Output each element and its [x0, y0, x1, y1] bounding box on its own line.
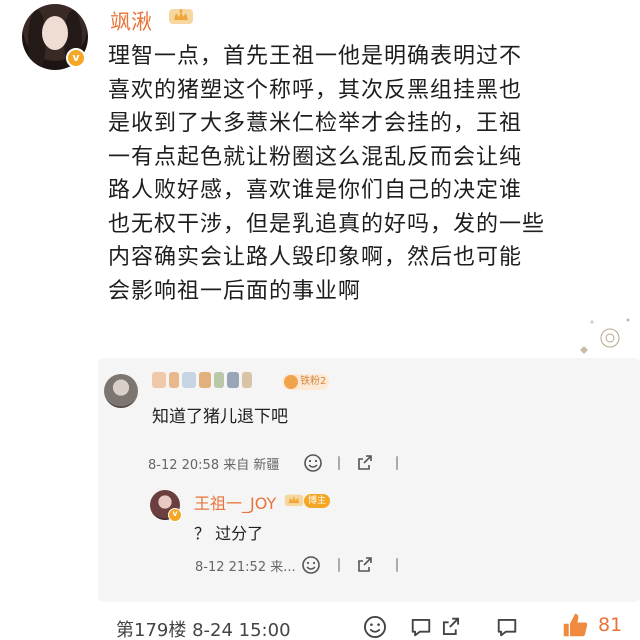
reply-avatar[interactable] [104, 374, 138, 408]
post-line: 路人败好感，喜欢谁是你们自己的决定谁 [108, 178, 523, 203]
crown-icon [284, 494, 304, 507]
reply-username-blurred[interactable] [152, 372, 252, 388]
post-line: 喜欢的猪塑这个称呼，其次反黑组挂黑也 [108, 77, 523, 103]
reply-meta: 8-12 20:58 来自 新疆 [148, 458, 280, 473]
divider [338, 558, 340, 572]
author-badge: 博主 [304, 494, 331, 508]
post-line: 内容确实会让路人毁印象啊，然后也可能 [108, 245, 523, 270]
verified-badge-icon: v [168, 508, 182, 522]
post-author-name[interactable]: 飒湫 [110, 6, 152, 36]
comment-icon[interactable] [408, 614, 434, 640]
reply-text: ？ 过分了 [194, 524, 264, 543]
divider [338, 456, 340, 470]
post-line: 一有点起色就让粉圈这么混乱反而会让纯 [108, 144, 523, 170]
smile-icon[interactable] [362, 614, 388, 640]
reply-meta: 8-12 21:52 来... [195, 560, 296, 575]
fan-level-badge: 铁粉2 [282, 374, 330, 390]
post-line: 也无权干涉，但是乳追真的好吗，发的一些 [108, 211, 546, 237]
smile-icon[interactable] [300, 554, 322, 576]
share-icon[interactable] [354, 554, 376, 576]
post-line: 理智一点，首先王祖一他是明确表明过不 [108, 44, 523, 69]
share-icon[interactable] [354, 452, 376, 474]
post-line: 会影响祖一后面的事业啊 [108, 278, 362, 304]
reply-username[interactable]: 王祖一_JOY [194, 490, 276, 514]
verified-badge-icon: v [66, 48, 86, 68]
thumbs-up-icon[interactable] [560, 610, 590, 640]
divider [396, 456, 398, 470]
decorative-pattern-icon [580, 318, 630, 354]
smile-icon[interactable] [302, 452, 324, 474]
floor-and-time: 第179楼 8-24 15:00 [116, 620, 291, 640]
share-icon[interactable] [438, 614, 464, 640]
comment-icon[interactable] [494, 614, 520, 640]
divider [396, 558, 398, 572]
like-count: 81 [598, 614, 623, 636]
post-body: 理智一点，首先王祖一他是明确表明过不 喜欢的猪塑这个称呼，其次反黑组挂黑也 是收… [108, 40, 628, 308]
reply-text: 知道了猪儿退下吧 [152, 407, 288, 427]
crown-icon [169, 9, 193, 24]
post-line: 是收到了大多薏米仁检举才会挂的，王祖 [108, 111, 523, 136]
